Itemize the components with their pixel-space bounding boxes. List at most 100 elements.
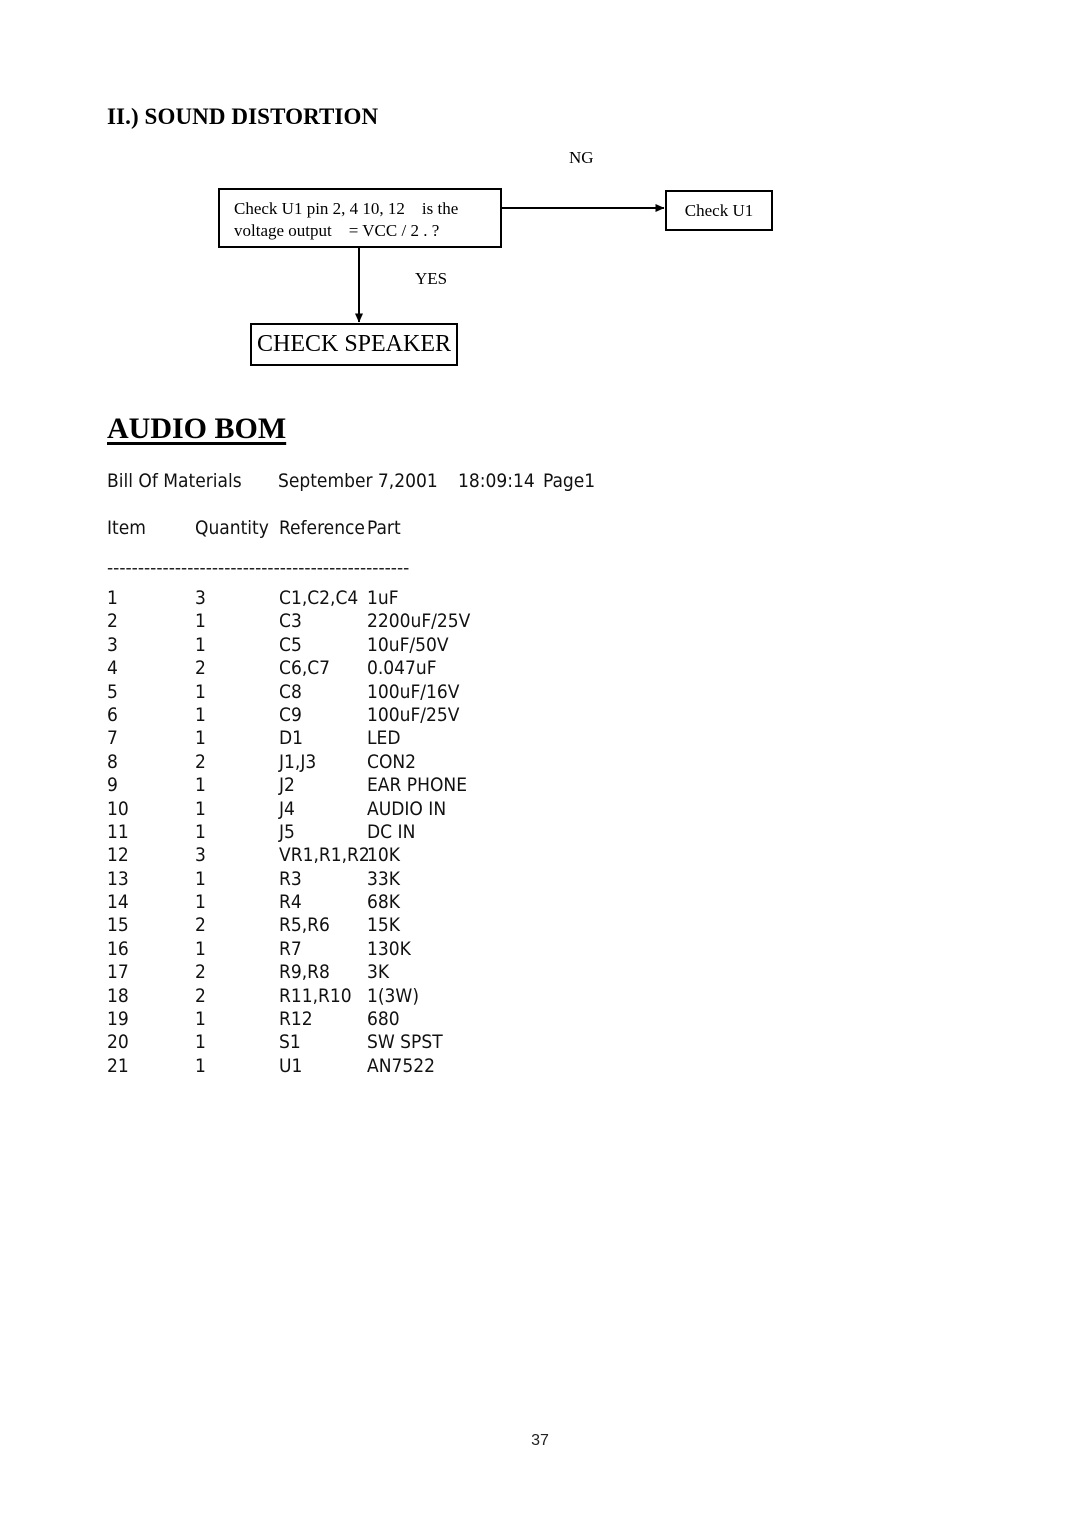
table-row: 19 1 R12 680 bbox=[107, 1008, 807, 1031]
column-header-quantity: Quantity bbox=[195, 517, 269, 539]
cell-item: 20 bbox=[107, 1031, 129, 1054]
table-row: 21 1 U1 AN7522 bbox=[107, 1055, 807, 1078]
cell-quantity: 1 bbox=[195, 867, 206, 890]
bom-report-date: September 7,2001 bbox=[278, 470, 438, 492]
bom-row-list: 1 3 C1,C2,C4 1uF 2 1 C3 2200uF/25V 3 1 C5 10uF/50V 4… bbox=[107, 587, 807, 1078]
cell-quantity: 1 bbox=[195, 610, 206, 633]
cell-part: 15K bbox=[367, 914, 400, 937]
table-row: 12 3 VR1,R1,R2 10K bbox=[107, 844, 807, 867]
cell-item: 5 bbox=[107, 680, 118, 703]
bom-column-headers: Item Quantity Reference Part bbox=[107, 517, 807, 547]
cell-item: 21 bbox=[107, 1054, 129, 1077]
cell-item: 7 bbox=[107, 727, 118, 750]
cell-part: EAR PHONE bbox=[367, 774, 467, 797]
table-row: 6 1 C9 100uF/25V bbox=[107, 704, 807, 727]
cell-quantity: 1 bbox=[195, 1031, 206, 1054]
cell-item: 11 bbox=[107, 820, 129, 843]
cell-quantity: 3 bbox=[195, 587, 206, 609]
cell-quantity: 1 bbox=[195, 680, 206, 703]
cell-part: 2200uF/25V bbox=[367, 610, 471, 633]
cell-item: 19 bbox=[107, 1008, 129, 1031]
table-row: 4 2 C6,C7 0.047uF bbox=[107, 657, 807, 680]
cell-item: 16 bbox=[107, 937, 129, 960]
cell-quantity: 1 bbox=[195, 1054, 206, 1077]
table-row: 17 2 R9,R8 3K bbox=[107, 961, 807, 984]
bill-of-materials-report: Bill Of Materials September 7,2001 18:09… bbox=[107, 470, 807, 1078]
column-header-reference: Reference bbox=[279, 517, 365, 539]
table-row: 1 3 C1,C2,C4 1uF bbox=[107, 587, 807, 610]
cell-part: 100uF/25V bbox=[367, 703, 460, 726]
decision-node-check-u1-voltage: Check U1 pin 2, 4 10, 12 is the voltage … bbox=[218, 188, 502, 248]
cell-item: 14 bbox=[107, 891, 129, 914]
document-page: II.) SOUND DISTORTION Check U1 pin 2, 4 … bbox=[0, 0, 1080, 1528]
cell-part: 10K bbox=[367, 844, 400, 867]
cell-reference: R12 bbox=[279, 1008, 313, 1031]
table-row: 13 1 R3 33K bbox=[107, 868, 807, 891]
cell-quantity: 1 bbox=[195, 797, 206, 820]
cell-reference: VR1,R1,R2 bbox=[279, 844, 370, 867]
cell-item: 9 bbox=[107, 774, 118, 797]
cell-quantity: 2 bbox=[195, 961, 206, 984]
node-check-u1-label: Check U1 bbox=[684, 200, 754, 220]
cell-quantity: 2 bbox=[195, 750, 206, 773]
cell-part: 680 bbox=[367, 1008, 400, 1031]
cell-quantity: 2 bbox=[195, 984, 206, 1007]
cell-reference: J4 bbox=[279, 797, 295, 820]
cell-part: 33K bbox=[367, 867, 400, 890]
troubleshooting-flowchart: Check U1 pin 2, 4 10, 12 is the voltage … bbox=[0, 0, 1080, 400]
cell-quantity: 3 bbox=[195, 844, 206, 867]
cell-reference: R7 bbox=[279, 937, 302, 960]
cell-part: CON2 bbox=[367, 750, 417, 773]
table-row: 7 1 D1 LED bbox=[107, 727, 807, 750]
cell-reference: C9 bbox=[279, 703, 302, 726]
cell-item: 2 bbox=[107, 610, 118, 633]
cell-part: 68K bbox=[367, 891, 400, 914]
flowchart-connectors bbox=[355, 204, 665, 323]
table-row: 18 2 R11,R10 1(3W) bbox=[107, 985, 807, 1008]
cell-quantity: 2 bbox=[195, 914, 206, 937]
footer-page-number: 37 bbox=[531, 1432, 549, 1449]
cell-part: DC IN bbox=[367, 820, 416, 843]
cell-part: 1(3W) bbox=[367, 984, 419, 1007]
edge-label-ng: NG bbox=[569, 148, 594, 167]
bom-report-page: Page1 bbox=[543, 470, 596, 492]
cell-quantity: 1 bbox=[195, 891, 206, 914]
cell-reference: R11,R10 bbox=[279, 984, 352, 1007]
cell-reference: S1 bbox=[279, 1031, 301, 1054]
cell-reference: J2 bbox=[279, 774, 295, 797]
node-check-speaker: CHECK SPEAKER bbox=[250, 323, 458, 366]
edge-label-yes: YES bbox=[415, 269, 448, 288]
table-row: 5 1 C8 100uF/16V bbox=[107, 681, 807, 704]
cell-reference: D1 bbox=[279, 727, 304, 750]
bom-report-time: 18:09:14 bbox=[458, 470, 535, 492]
bom-header-separator: ----------------------------------------… bbox=[107, 557, 410, 571]
cell-reference: R4 bbox=[279, 891, 302, 914]
cell-item: 6 bbox=[107, 703, 118, 726]
cell-reference: R5,R6 bbox=[279, 914, 330, 937]
cell-quantity: 1 bbox=[195, 727, 206, 750]
cell-part: SW SPST bbox=[367, 1031, 443, 1054]
cell-reference: C8 bbox=[279, 680, 302, 703]
cell-item: 1 bbox=[107, 587, 118, 609]
cell-part: 100uF/16V bbox=[367, 680, 460, 703]
cell-quantity: 1 bbox=[195, 1008, 206, 1031]
cell-item: 10 bbox=[107, 797, 129, 820]
cell-item: 8 bbox=[107, 750, 118, 773]
cell-reference: R9,R8 bbox=[279, 961, 330, 984]
cell-part: 10uF/50V bbox=[367, 633, 449, 656]
table-row: 16 1 R7 130K bbox=[107, 938, 807, 961]
cell-reference: J5 bbox=[279, 820, 295, 843]
cell-item: 18 bbox=[107, 984, 129, 1007]
table-row: 8 2 J1,J3 CON2 bbox=[107, 751, 807, 774]
cell-item: 3 bbox=[107, 633, 118, 656]
table-row: 20 1 S1 SW SPST bbox=[107, 1031, 807, 1054]
cell-quantity: 1 bbox=[195, 820, 206, 843]
node-check-u1: Check U1 bbox=[665, 190, 773, 231]
cell-quantity: 1 bbox=[195, 633, 206, 656]
node-check-speaker-label: CHECK SPEAKER bbox=[256, 331, 452, 357]
table-row: 15 2 R5,R6 15K bbox=[107, 914, 807, 937]
column-header-part: Part bbox=[367, 517, 401, 539]
cell-part: 130K bbox=[367, 937, 411, 960]
cell-item: 13 bbox=[107, 867, 129, 890]
cell-quantity: 2 bbox=[195, 657, 206, 680]
